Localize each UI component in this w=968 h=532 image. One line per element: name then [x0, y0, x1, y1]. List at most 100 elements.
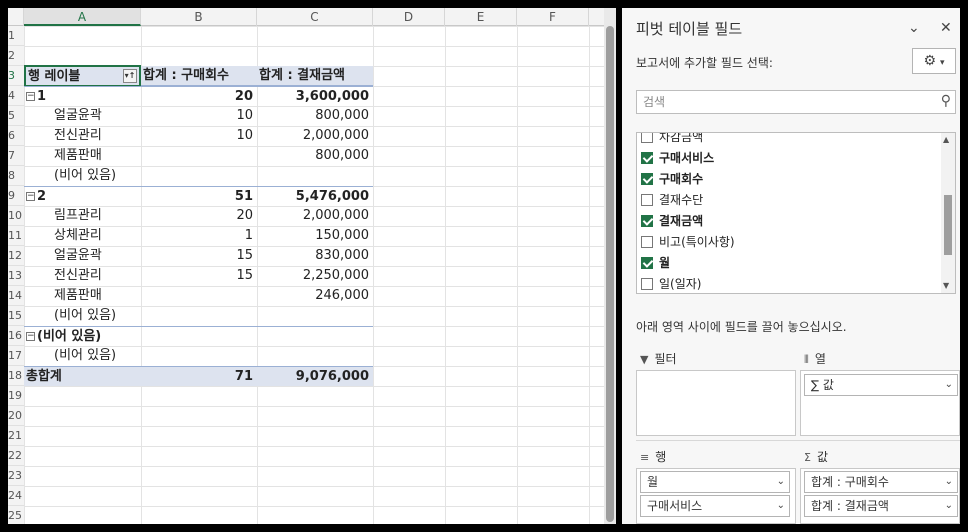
row-label-cell[interactable]: 얼굴윤곽: [24, 106, 141, 126]
values-drop-zone[interactable]: 합계 : 구매회수 ⌄ 합계 : 결재금액 ⌄: [800, 468, 960, 524]
row-label-cell[interactable]: 전신관리: [24, 126, 141, 146]
field-list[interactable]: 차감금액 구매서비스 구매회수 결재수단 결재금액 비고(특이사항) 월 일(일자) ▲ ▼: [636, 132, 956, 294]
chevron-down-icon[interactable]: ⌄: [945, 496, 953, 516]
payment-amount-cell[interactable]: 150,000: [257, 226, 373, 246]
field-checkbox[interactable]: [641, 193, 653, 206]
rows-month-chip[interactable]: 월 ⌄: [640, 471, 790, 493]
row-header[interactable]: 4: [8, 86, 24, 106]
row-header[interactable]: 17: [8, 346, 24, 366]
row-labels-header[interactable]: 행 레이블 ▾↑: [24, 65, 141, 87]
purchase-count-cell[interactable]: 20: [141, 87, 257, 107]
collapse-icon[interactable]: −: [26, 332, 35, 341]
scroll-down-icon[interactable]: ▼: [943, 281, 949, 290]
row-label-cell[interactable]: 제품판매: [24, 286, 141, 306]
row-label-cell[interactable]: 림프관리: [24, 206, 141, 226]
sheet-vertical-scrollbar[interactable]: [604, 8, 616, 524]
payment-amount-cell[interactable]: [257, 306, 373, 326]
column-header-e[interactable]: E: [445, 8, 517, 26]
field-item[interactable]: 결재금액: [641, 211, 703, 232]
row-header[interactable]: 14: [8, 286, 24, 306]
purchase-count-cell[interactable]: 1: [141, 226, 257, 246]
row-header[interactable]: 24: [8, 486, 24, 506]
scrollbar-thumb[interactable]: [606, 26, 614, 522]
scrollbar-thumb[interactable]: [944, 195, 952, 255]
grand-total-label[interactable]: 총합계: [24, 367, 141, 387]
field-item[interactable]: 차감금액: [641, 133, 703, 148]
values-sum-amount-chip[interactable]: 합계 : 결재금액 ⌄: [804, 495, 958, 517]
row-header[interactable]: 23: [8, 466, 24, 486]
tools-button[interactable]: ⚙ ▾: [912, 48, 956, 74]
field-checkbox[interactable]: [641, 256, 653, 269]
field-item[interactable]: 결재수단: [641, 190, 703, 211]
row-label-cell[interactable]: (비어 있음): [24, 166, 141, 186]
row-header[interactable]: 20: [8, 406, 24, 426]
row-label-cell[interactable]: 제품판매: [24, 146, 141, 166]
columns-values-chip[interactable]: ∑ 값 ⌄: [804, 374, 958, 396]
columns-drop-zone[interactable]: ∑ 값 ⌄: [800, 370, 960, 436]
column-header-f[interactable]: F: [517, 8, 589, 26]
column-header-d[interactable]: D: [373, 8, 445, 26]
purchase-count-cell[interactable]: 10: [141, 126, 257, 146]
grand-total-amount[interactable]: 9,076,000: [257, 367, 373, 387]
search-input[interactable]: [637, 91, 927, 113]
field-checkbox[interactable]: [641, 133, 653, 143]
field-item[interactable]: 비고(특이사항): [641, 232, 735, 253]
row-header[interactable]: 9: [8, 186, 24, 206]
search-icon[interactable]: ⚲: [941, 93, 951, 109]
payment-amount-cell[interactable]: 2,250,000: [257, 266, 373, 286]
row-label-cell[interactable]: (비어 있음): [24, 346, 141, 366]
row-header[interactable]: 21: [8, 426, 24, 446]
filter-dropdown-icon[interactable]: ▾↑: [123, 69, 137, 83]
field-item[interactable]: 구매회수: [641, 169, 703, 190]
close-icon[interactable]: ✕: [940, 20, 952, 36]
purchase-count-cell[interactable]: [141, 306, 257, 326]
payment-amount-cell[interactable]: 246,000: [257, 286, 373, 306]
field-item[interactable]: 일(일자): [641, 274, 701, 293]
payment-amount-cell[interactable]: 3,600,000: [257, 87, 373, 107]
payment-amount-cell[interactable]: [257, 166, 373, 186]
payment-amount-cell[interactable]: 5,476,000: [257, 187, 373, 207]
row-header[interactable]: 1: [8, 26, 24, 46]
row-label-cell[interactable]: 상체관리: [24, 226, 141, 246]
purchase-count-cell[interactable]: [141, 346, 257, 366]
values-sum-count-chip[interactable]: 합계 : 구매회수 ⌄: [804, 471, 958, 493]
purchase-count-cell[interactable]: 20: [141, 206, 257, 226]
sum-purchase-count-header[interactable]: 합계 : 구매회수: [141, 66, 257, 86]
row-header[interactable]: 8: [8, 166, 24, 186]
row-header[interactable]: 25: [8, 506, 24, 524]
field-item[interactable]: 월: [641, 253, 670, 274]
row-header[interactable]: 7: [8, 146, 24, 166]
payment-amount-cell[interactable]: 800,000: [257, 106, 373, 126]
field-list-scrollbar[interactable]: ▲ ▼: [941, 133, 955, 293]
payment-amount-cell[interactable]: [257, 346, 373, 366]
grand-total-count[interactable]: 71: [141, 367, 257, 387]
chevron-down-icon[interactable]: ⌄: [945, 375, 953, 395]
sum-payment-amount-header[interactable]: 합계 : 결재금액: [257, 66, 373, 86]
row-header[interactable]: 6: [8, 126, 24, 146]
purchase-count-cell[interactable]: 15: [141, 246, 257, 266]
rows-service-chip[interactable]: 구매서비스 ⌄: [640, 495, 790, 517]
row-header[interactable]: 2: [8, 46, 24, 66]
field-checkbox[interactable]: [641, 172, 653, 185]
collapse-icon[interactable]: −: [26, 192, 35, 201]
row-label-cell[interactable]: − (비어 있음): [24, 327, 141, 347]
row-label-cell[interactable]: −2: [24, 187, 141, 207]
column-header-b[interactable]: B: [141, 8, 257, 26]
column-header-a[interactable]: A: [24, 8, 141, 26]
chevron-down-icon[interactable]: ⌄: [908, 20, 920, 36]
payment-amount-cell[interactable]: 2,000,000: [257, 126, 373, 146]
payment-amount-cell[interactable]: 830,000: [257, 246, 373, 266]
row-header[interactable]: 18: [8, 366, 24, 386]
chevron-down-icon[interactable]: ⌄: [945, 472, 953, 492]
purchase-count-cell[interactable]: 15: [141, 266, 257, 286]
row-label-cell[interactable]: 전신관리: [24, 266, 141, 286]
chevron-down-icon[interactable]: ⌄: [777, 496, 785, 516]
row-header[interactable]: 22: [8, 446, 24, 466]
row-header[interactable]: 15: [8, 306, 24, 326]
collapse-icon[interactable]: −: [26, 92, 35, 101]
purchase-count-cell[interactable]: [141, 327, 257, 347]
row-label-cell[interactable]: (비어 있음): [24, 306, 141, 326]
select-all-corner[interactable]: [8, 8, 24, 26]
row-header[interactable]: 3: [8, 66, 24, 86]
column-header-c[interactable]: C: [257, 8, 373, 26]
